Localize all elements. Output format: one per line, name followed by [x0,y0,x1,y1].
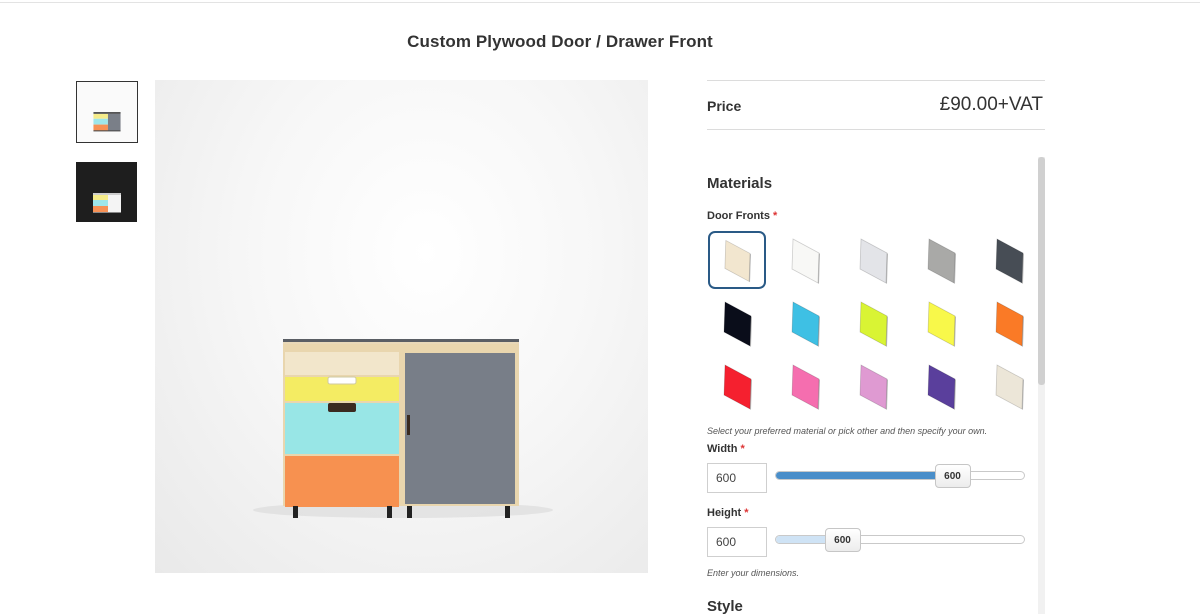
width-label: Width * [707,443,745,455]
height-slider-handle[interactable]: 600 [824,528,861,552]
material-sample-icon [723,364,752,410]
material-swatch-14[interactable] [912,357,970,415]
height-label-text: Height [707,507,742,519]
material-sample-icon [927,364,956,410]
price-value: £90.00+VAT [939,94,1043,115]
height-label: Height * [707,507,749,519]
material-swatch-15[interactable] [980,357,1038,415]
material-swatch-7[interactable] [776,294,834,352]
cabinet-render-image [253,339,553,518]
material-sample-icon [859,364,888,410]
material-sample-icon [859,301,888,347]
price-bottom-divider [707,129,1045,130]
door-fronts-label-text: Door Fronts [707,210,770,222]
material-swatch-1[interactable] [708,231,766,289]
material-sample-icon [995,238,1024,284]
material-swatch-4[interactable] [912,231,970,289]
style-heading: Style [707,598,743,614]
page-title: Custom Plywood Door / Drawer Front [407,32,713,51]
material-sample-icon [995,364,1024,410]
required-mark: * [772,210,778,222]
material-swatch-9[interactable] [912,294,970,352]
material-swatch-3[interactable] [844,231,902,289]
materials-help-text: Select your preferred material or pick o… [707,426,988,436]
material-swatch-12[interactable] [776,357,834,415]
width-slider[interactable] [775,471,1025,480]
material-sample-icon [724,239,751,283]
height-slider[interactable] [775,535,1025,544]
material-sample-icon [927,301,956,347]
material-sample-icon [791,301,820,347]
width-input[interactable] [707,463,767,493]
material-swatch-13[interactable] [844,357,902,415]
dimensions-help-text: Enter your dimensions. [707,568,800,578]
material-swatch-6[interactable] [708,294,766,352]
top-divider [0,2,1200,3]
material-swatch-10[interactable] [980,294,1038,352]
material-sample-icon [859,238,888,284]
thumbnail-dark-background[interactable] [76,162,137,222]
options-scrollbar-thumb[interactable] [1038,157,1045,385]
material-swatch-5[interactable] [980,231,1038,289]
price-label: Price [707,98,742,114]
materials-heading: Materials [707,175,773,192]
material-sample-icon [723,301,752,347]
cabinet-thumbnail-image [76,162,137,222]
door-fronts-label: Door Fronts * [707,210,777,222]
width-label-text: Width [707,443,738,455]
material-sample-icon [791,364,820,410]
options-scrollbar[interactable] [1038,157,1045,614]
material-swatch-11[interactable] [708,357,766,415]
price-top-divider [707,80,1045,81]
material-sample-icon [995,301,1024,347]
width-slider-handle[interactable]: 600 [934,464,971,488]
height-input[interactable] [707,527,767,557]
width-slider-fill [776,472,954,479]
material-swatch-8[interactable] [844,294,902,352]
material-sample-icon [927,238,956,284]
required-mark: * [744,507,749,519]
thumbnail-white-background[interactable] [76,81,138,143]
cabinet-thumbnail-image [77,82,137,142]
required-mark: * [740,443,745,455]
material-swatch-2[interactable] [776,231,834,289]
material-sample-icon [791,238,820,284]
main-product-image [155,80,648,573]
